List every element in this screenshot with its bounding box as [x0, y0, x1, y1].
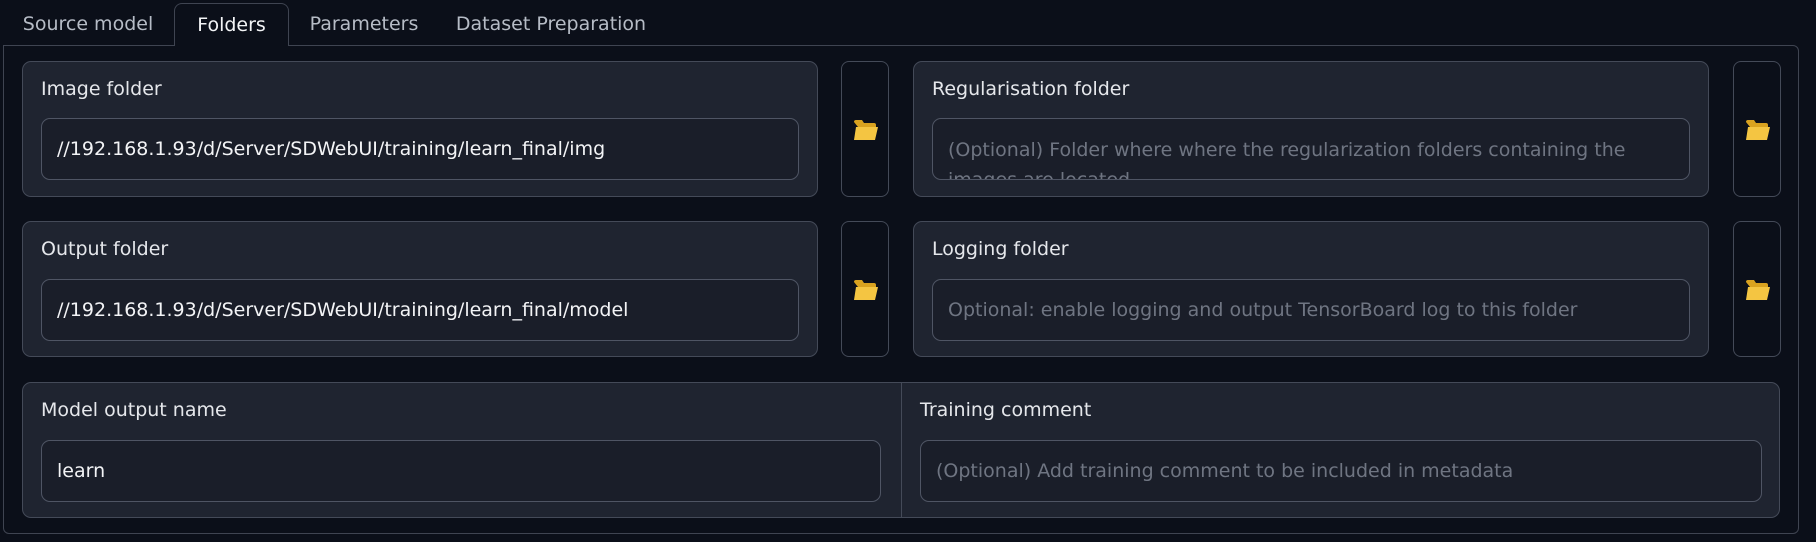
- column-divider: [901, 383, 902, 517]
- logging-folder-browse-button[interactable]: [1733, 221, 1781, 357]
- regularisation-folder-group: Regularisation folder: [913, 61, 1709, 197]
- model-output-group: Model output name Training comment: [22, 382, 1780, 518]
- tab-source-model[interactable]: Source model: [10, 3, 166, 46]
- model-output-name-input[interactable]: [41, 440, 881, 502]
- training-comment-label: Training comment: [920, 399, 1092, 421]
- image-folder-group: Image folder: [22, 61, 818, 197]
- logging-folder-group: Logging folder: [913, 221, 1709, 357]
- model-output-name-label: Model output name: [41, 399, 227, 421]
- regularisation-folder-browse-button[interactable]: [1733, 61, 1781, 197]
- output-folder-browse-button[interactable]: [841, 221, 889, 357]
- regularisation-folder-label: Regularisation folder: [932, 78, 1130, 100]
- output-folder-input[interactable]: [41, 279, 799, 341]
- open-folder-icon: [854, 120, 878, 140]
- tab-bar: Source model Folders Parameters Dataset …: [0, 0, 1816, 46]
- tab-folders[interactable]: Folders: [174, 3, 289, 46]
- logging-folder-label: Logging folder: [932, 238, 1069, 260]
- logging-folder-input[interactable]: [932, 279, 1690, 341]
- open-folder-icon: [854, 280, 878, 300]
- image-folder-input[interactable]: [41, 118, 799, 180]
- output-folder-group: Output folder: [22, 221, 818, 357]
- image-folder-label: Image folder: [41, 78, 162, 100]
- image-folder-browse-button[interactable]: [841, 61, 889, 197]
- tab-dataset-preparation[interactable]: Dataset Preparation: [446, 3, 656, 46]
- open-folder-icon: [1746, 120, 1770, 140]
- tab-parameters[interactable]: Parameters: [300, 3, 428, 46]
- output-folder-label: Output folder: [41, 238, 169, 260]
- training-comment-input[interactable]: [920, 440, 1762, 502]
- regularisation-folder-input[interactable]: [932, 118, 1690, 180]
- open-folder-icon: [1746, 280, 1770, 300]
